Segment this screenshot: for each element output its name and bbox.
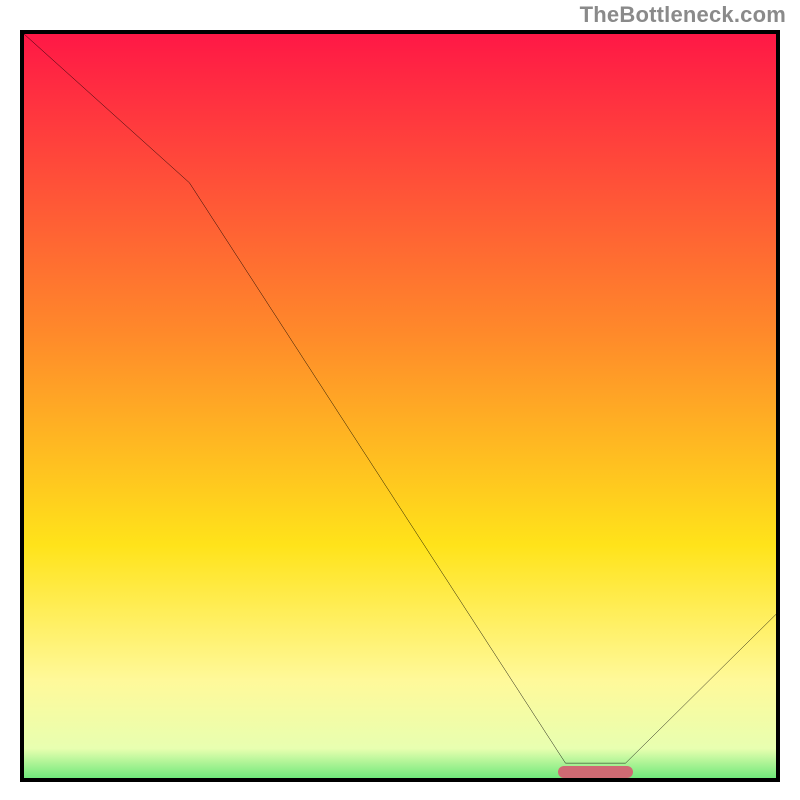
- watermark-text: TheBottleneck.com: [580, 2, 786, 28]
- optimal-range-marker: [558, 766, 633, 778]
- bottleneck-curve: [24, 34, 776, 778]
- chart-frame: [20, 30, 780, 782]
